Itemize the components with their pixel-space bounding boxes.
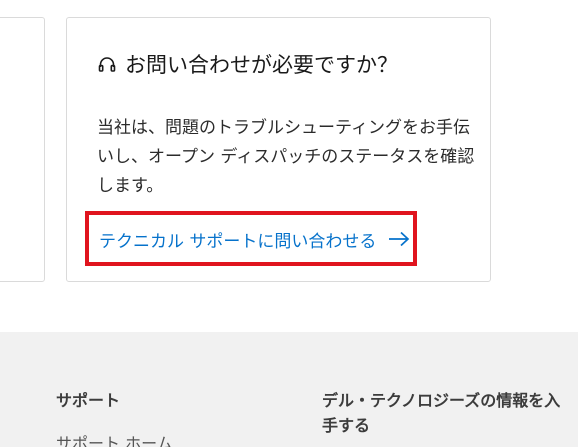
footer: サポート サポート ホーム デル・テクノロジーズの情報を入手する xyxy=(0,332,578,447)
card-title: お問い合わせが必要ですか？ xyxy=(97,50,398,80)
card-title-text: お問い合わせが必要ですか？ xyxy=(125,53,398,77)
footer-info-heading: デル・テクノロジーズの情報を入手する xyxy=(322,391,561,435)
card-description: 当社は、問題のトラブルシューティングをお手伝いし、オープン ディスパッチのステー… xyxy=(97,118,475,196)
cta-label: テクニカル サポートに問い合わせる xyxy=(99,231,377,252)
footer-support-home-link[interactable]: サポート ホーム xyxy=(56,432,173,447)
contact-support-card: お問い合わせが必要ですか？ 当社は、問題のトラブルシューティングをお手伝いし、オ… xyxy=(66,17,491,282)
contact-technical-support-link[interactable]: テクニカル サポートに問い合わせる xyxy=(99,222,410,256)
arrow-right-icon xyxy=(389,231,410,247)
headset-icon xyxy=(98,57,116,72)
page: お問い合わせが必要ですか？ 当社は、問題のトラブルシューティングをお手伝いし、オ… xyxy=(0,0,578,447)
footer-support-heading: サポート xyxy=(56,391,121,410)
previous-card xyxy=(0,17,45,282)
